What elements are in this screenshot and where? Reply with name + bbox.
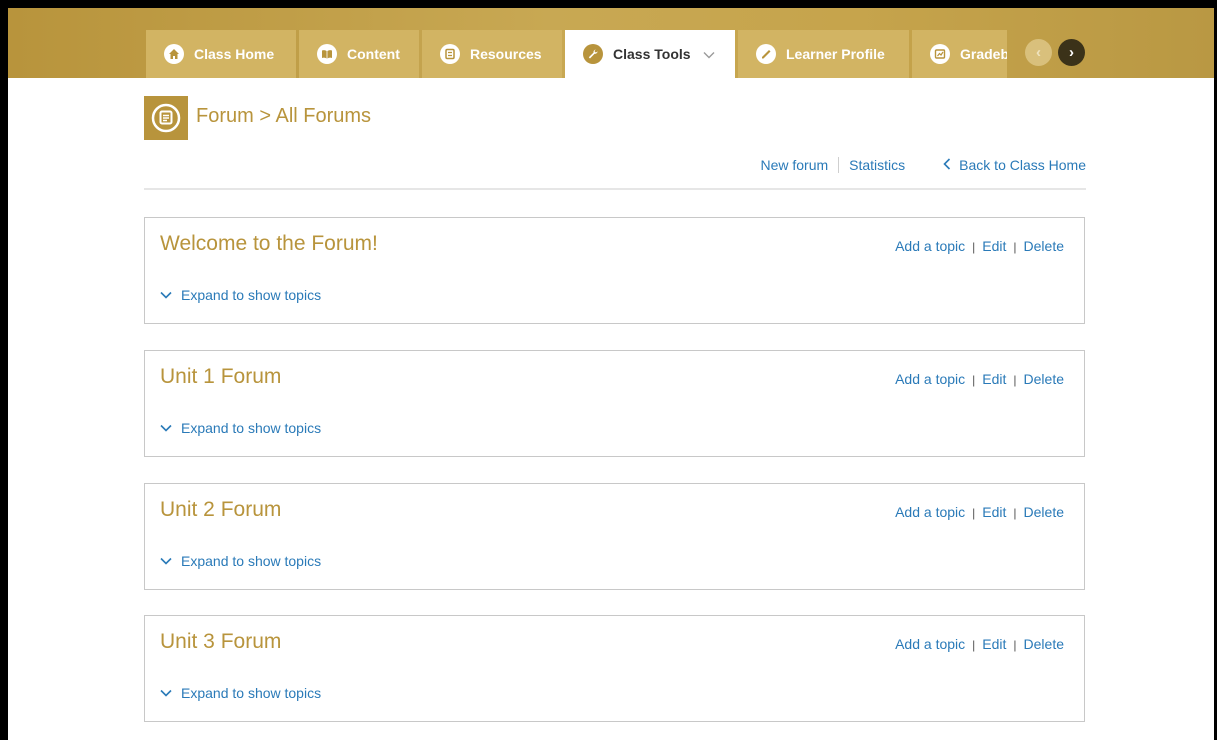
forum-ops: Add a topic | Edit | Delete: [895, 371, 1064, 387]
forum-ops: Add a topic | Edit | Delete: [895, 636, 1064, 652]
tab-content[interactable]: Content: [299, 30, 419, 78]
separator: |: [972, 638, 976, 652]
expand-topics-toggle[interactable]: Expand to show topics: [160, 685, 321, 701]
list-icon: [440, 44, 460, 64]
expand-label: Expand to show topics: [181, 685, 322, 701]
expand-topics-toggle[interactable]: Expand to show topics: [160, 420, 321, 436]
tab-resources[interactable]: Resources: [422, 30, 562, 78]
forum-title[interactable]: Unit 1 Forum: [160, 365, 281, 389]
tab-class-tools[interactable]: Class Tools: [565, 30, 735, 78]
chevron-down-icon: [160, 424, 172, 432]
tab-scroll-prev-button[interactable]: ‹: [1025, 39, 1052, 66]
expand-topics-toggle[interactable]: Expand to show topics: [160, 287, 321, 303]
back-to-class-home-link[interactable]: Back to Class Home: [943, 157, 1086, 173]
forum-card: Welcome to the Forum! Add a topic | Edit | D…: [144, 217, 1085, 324]
tab-scroll-next-button[interactable]: ›: [1058, 39, 1085, 66]
forum-card: Unit 3 Forum Add a topic | Edit | Delete Exp…: [144, 615, 1085, 722]
tab-bar: Class Home Content Resources Class Tools: [8, 8, 1214, 78]
chevron-left-icon: ‹: [1036, 44, 1041, 61]
chevron-down-icon: [160, 557, 172, 565]
chevron-down-icon: [160, 291, 172, 299]
statistics-link[interactable]: Statistics: [849, 157, 905, 173]
book-icon: [317, 44, 337, 64]
delete-link[interactable]: Delete: [1024, 636, 1064, 652]
tab-label: Learner Profile: [786, 46, 885, 62]
separator: |: [972, 373, 976, 387]
expand-label: Expand to show topics: [181, 420, 322, 436]
back-label: Back to Class Home: [959, 157, 1086, 173]
divider: [838, 157, 840, 173]
tab-label: Gradebook: [960, 46, 1007, 62]
forum-ops: Add a topic | Edit | Delete: [895, 504, 1064, 520]
edit-link[interactable]: Edit: [982, 504, 1006, 520]
edit-link[interactable]: Edit: [982, 371, 1006, 387]
home-icon: [164, 44, 184, 64]
separator: |: [1013, 638, 1017, 652]
tab-label: Class Home: [194, 46, 275, 62]
add-topic-link[interactable]: Add a topic: [895, 636, 965, 652]
tab-learner-profile[interactable]: Learner Profile: [738, 30, 909, 78]
chevron-right-icon: ›: [1069, 44, 1074, 61]
tab-gradebook[interactable]: Gradebook: [912, 30, 1007, 78]
chevron-left-icon: [943, 157, 951, 173]
new-forum-link[interactable]: New forum: [760, 157, 828, 173]
forum-card: Unit 1 Forum Add a topic | Edit | Delete Exp…: [144, 350, 1085, 457]
page-title: Forum > All Forums: [196, 105, 372, 127]
forum-ops: Add a topic | Edit | Delete: [895, 238, 1064, 254]
gradebook-icon: [930, 44, 950, 64]
separator: |: [1013, 506, 1017, 520]
separator: |: [972, 240, 976, 254]
app-window: Class Home Content Resources Class Tools: [8, 8, 1214, 740]
separator: |: [1013, 240, 1017, 254]
forum-title[interactable]: Unit 2 Forum: [160, 498, 281, 522]
add-topic-link[interactable]: Add a topic: [895, 371, 965, 387]
delete-link[interactable]: Delete: [1024, 504, 1064, 520]
edit-link[interactable]: Edit: [982, 636, 1006, 652]
expand-topics-toggle[interactable]: Expand to show topics: [160, 553, 321, 569]
expand-label: Expand to show topics: [181, 553, 322, 569]
forum-title[interactable]: Unit 3 Forum: [160, 630, 281, 654]
edit-link[interactable]: Edit: [982, 238, 1006, 254]
divider: [144, 188, 1086, 190]
delete-link[interactable]: Delete: [1024, 371, 1064, 387]
tab-label: Content: [347, 46, 400, 62]
wrench-icon: [583, 44, 603, 64]
forum-actions: New forum Statistics Back to Class Home: [760, 157, 1086, 173]
chevron-down-icon: [160, 689, 172, 697]
profile-icon: [756, 44, 776, 64]
tab-class-home[interactable]: Class Home: [146, 30, 296, 78]
forum-card: Unit 2 Forum Add a topic | Edit | Delete Exp…: [144, 483, 1085, 590]
forum-icon: [144, 96, 188, 140]
separator: |: [972, 506, 976, 520]
expand-label: Expand to show topics: [181, 287, 322, 303]
tab-label: Class Tools: [613, 46, 691, 62]
separator: |: [1013, 373, 1017, 387]
tab-label: Resources: [470, 46, 542, 62]
forum-title[interactable]: Welcome to the Forum!: [160, 232, 378, 256]
delete-link[interactable]: Delete: [1024, 238, 1064, 254]
chevron-down-icon[interactable]: [703, 46, 715, 62]
add-topic-link[interactable]: Add a topic: [895, 504, 965, 520]
add-topic-link[interactable]: Add a topic: [895, 238, 965, 254]
